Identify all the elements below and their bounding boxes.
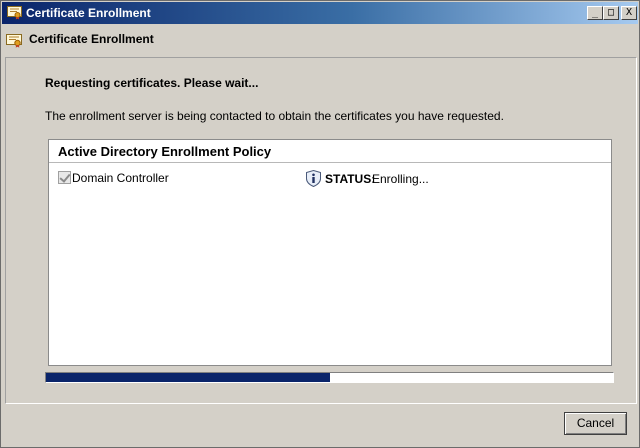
certificate-enrollment-window: Certificate Enrollment _ □ X Certificate…: [0, 0, 640, 448]
status-label: STATUS:: [325, 172, 376, 186]
title-bar[interactable]: Certificate Enrollment _ □ X: [2, 2, 638, 24]
certificate-app-icon: [7, 6, 22, 20]
minimize-button[interactable]: _: [587, 6, 603, 20]
cancel-button[interactable]: Cancel: [564, 412, 627, 435]
status-description: The enrollment server is being contacted…: [45, 109, 504, 123]
status-heading: Requesting certificates. Please wait...: [45, 76, 259, 90]
status-value: Enrolling...: [372, 172, 429, 186]
policy-divider: [49, 162, 611, 163]
enrollment-progress-bar: [45, 372, 614, 383]
dialog-header-title: Certificate Enrollment: [29, 32, 154, 46]
maximize-button[interactable]: □: [603, 6, 619, 20]
certificate-icon: [6, 34, 22, 48]
close-button[interactable]: X: [621, 6, 637, 20]
domain-controller-checkbox[interactable]: [58, 171, 71, 184]
window-title: Certificate Enrollment: [26, 6, 151, 20]
info-icon: [306, 170, 321, 187]
enrollment-policy-box: Active Directory Enrollment Policy Domai…: [48, 139, 612, 366]
progress-fill: [46, 373, 330, 382]
certificate-name: Domain Controller: [72, 171, 169, 185]
dialog-header: Certificate Enrollment: [2, 24, 638, 57]
policy-title: Active Directory Enrollment Policy: [58, 144, 272, 159]
